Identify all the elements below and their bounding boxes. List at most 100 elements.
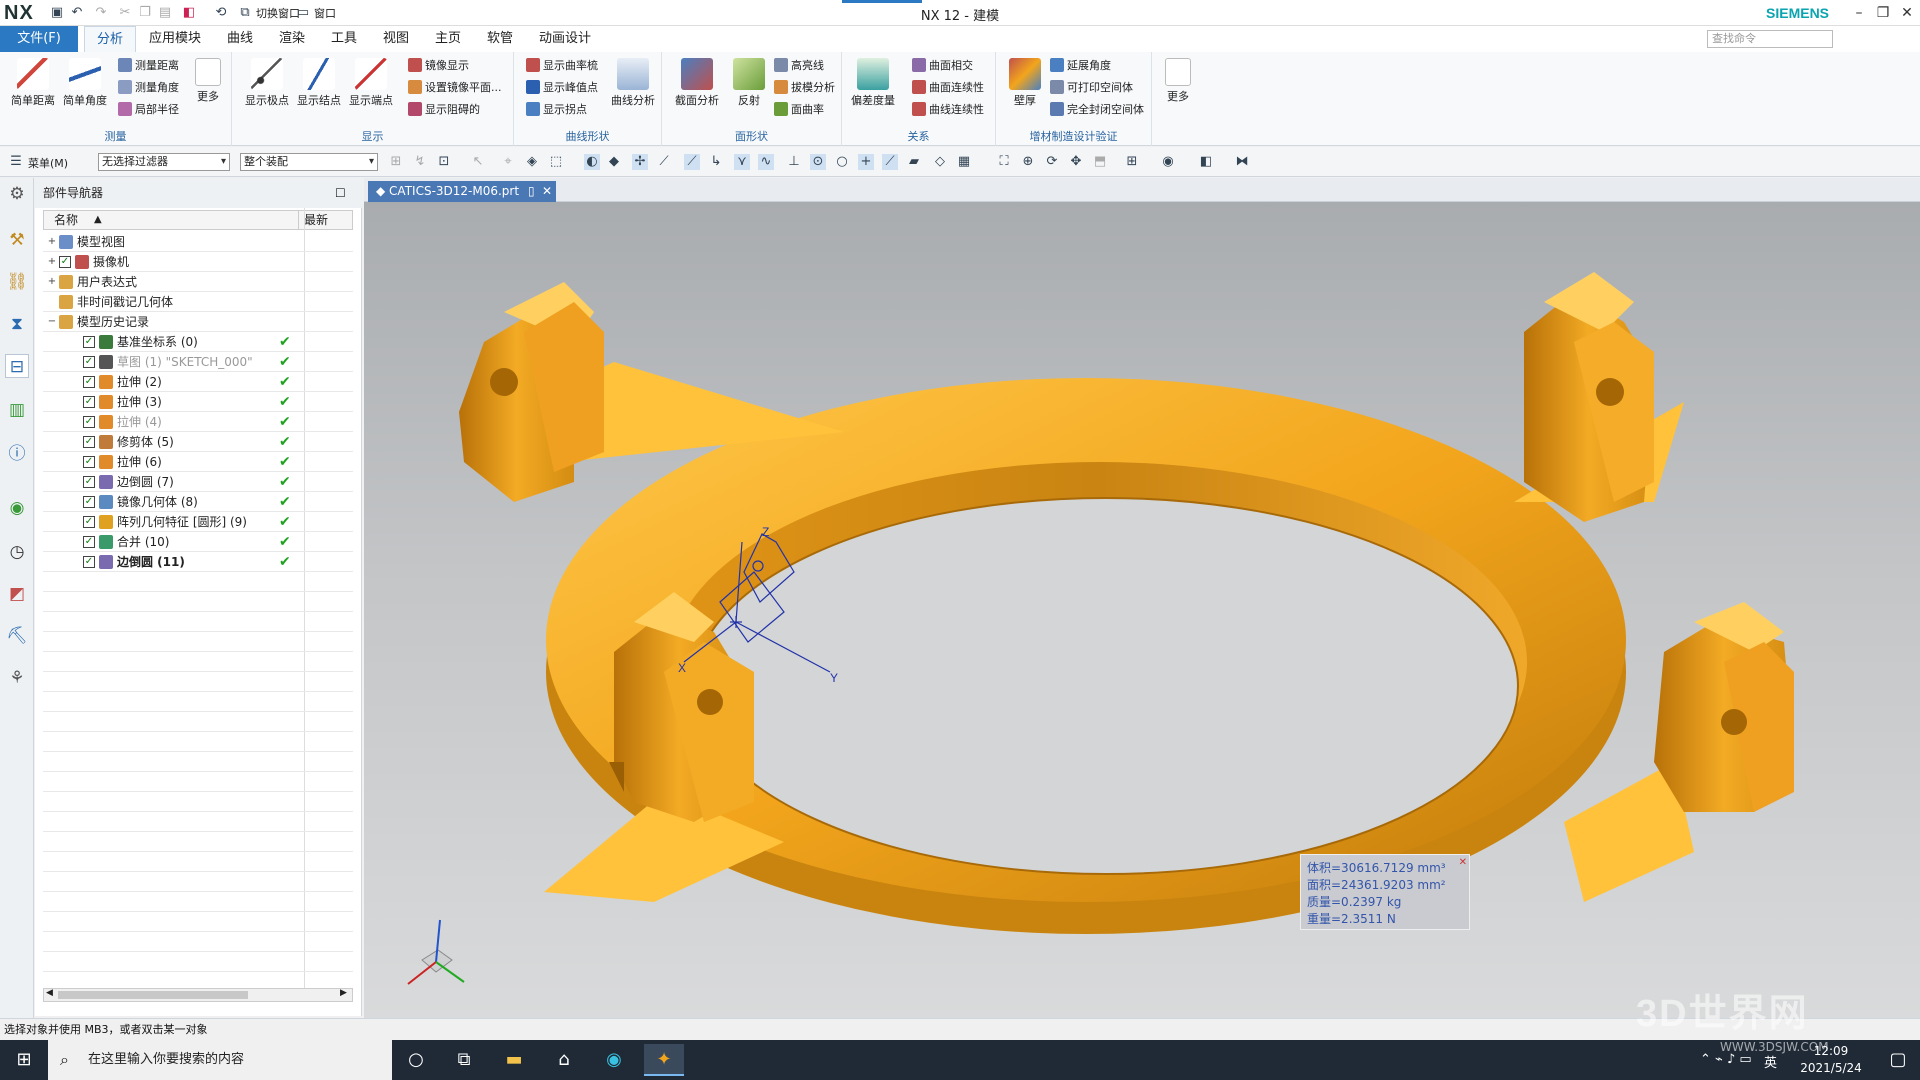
close-button[interactable]: ✕	[1894, 2, 1920, 24]
tree-row[interactable]: ✓ 拉伸 (4) ✔	[43, 412, 353, 432]
assembly-navigator-icon[interactable]: ⚒	[5, 228, 29, 252]
orient-view-icon[interactable]: ⊞	[1124, 154, 1140, 170]
cortana-icon[interactable]: ○	[396, 1044, 436, 1076]
local-radius-button[interactable]: 局部半径	[118, 100, 179, 120]
file-explorer-icon[interactable]: ▬	[494, 1044, 534, 1076]
wall-thickness-button[interactable]: 壁厚	[1000, 56, 1050, 120]
show-knots-button[interactable]: 显示结点	[294, 56, 344, 120]
scrollbar-thumb[interactable]	[58, 991, 248, 999]
crosshair-snap-icon[interactable]: +	[858, 154, 874, 170]
curve-continuity-button[interactable]: 曲线连续性	[912, 100, 984, 120]
intersection-snap-icon[interactable]: ⋎	[734, 154, 750, 170]
window-icon[interactable]: ▭	[294, 4, 312, 22]
scroll-right-icon[interactable]: ▶	[340, 988, 347, 998]
mirror-display-button[interactable]: 镜像显示	[408, 56, 469, 76]
filter-reset-icon[interactable]: ⊞	[388, 154, 404, 170]
face-curvature-button[interactable]: 面曲率	[774, 100, 824, 120]
visibility-checkbox[interactable]: ✓	[83, 436, 95, 448]
set-mirror-plane-button[interactable]: 设置镜像平面...	[408, 78, 502, 98]
show-endpoints-button[interactable]: 显示端点	[346, 56, 396, 120]
history-icon[interactable]: ◷	[5, 540, 29, 564]
show-poles-button[interactable]: 显示极点	[242, 56, 292, 120]
start-windows-icon[interactable]: ⊞	[4, 1044, 44, 1076]
touch-mode-icon[interactable]: ◧	[180, 4, 198, 22]
clip-top-right[interactable]	[1524, 272, 1654, 522]
fit-view-icon[interactable]: ⛶	[996, 154, 1012, 170]
show-peak-points-button[interactable]: 显示峰值点	[526, 78, 598, 98]
face-intersection-button[interactable]: 曲面相交	[912, 56, 973, 76]
document-tab[interactable]: ◆ CATICS-3D12-M06.prt ▯ ✕	[368, 181, 556, 202]
repeat-command-icon[interactable]: ⟲	[212, 4, 230, 22]
show-inflections-button[interactable]: 显示拐点	[526, 100, 587, 120]
face-continuity-button[interactable]: 曲面连续性	[912, 78, 984, 98]
tab-render[interactable]: 渲染	[268, 26, 316, 52]
tab-analysis[interactable]: 分析	[84, 26, 136, 52]
tree-row[interactable]: ✓ 边倒圆 (11) ✔	[43, 552, 353, 572]
history-navigator-icon[interactable]: ⊟	[5, 354, 29, 378]
visibility-checkbox[interactable]: ✓	[83, 496, 95, 508]
scroll-left-icon[interactable]: ◀	[46, 988, 53, 998]
tree-row[interactable]: ✓ 镜像几何体 (8) ✔	[43, 492, 353, 512]
tree-row[interactable]: ✓ 边倒圆 (7) ✔	[43, 472, 353, 492]
reflection-button[interactable]: 反射	[724, 56, 774, 120]
menu-button[interactable]: 菜单(M)	[28, 155, 68, 171]
visibility-checkbox[interactable]: ✓	[83, 456, 95, 468]
notification-icon[interactable]: ▢	[1878, 1044, 1918, 1076]
midpoint-snap-icon[interactable]: ⟋	[882, 154, 898, 170]
highlight-lines-button[interactable]: 高亮线	[774, 56, 824, 76]
rectangle-select-icon[interactable]: ⬚	[548, 154, 564, 170]
redo-icon[interactable]: ↷	[92, 4, 110, 22]
tree-row[interactable]: ✓ 草图 (1) "SKETCH_000" ✔	[43, 352, 353, 372]
restore-button[interactable]: ❐	[1870, 2, 1896, 24]
tab-hose[interactable]: 软管	[476, 26, 524, 52]
clip-bottom-right[interactable]	[1654, 602, 1794, 812]
expand-toggle-icon[interactable]: −	[47, 312, 57, 332]
pan-icon[interactable]: ✥	[1068, 154, 1084, 170]
reuse-library-icon[interactable]: ▥	[5, 398, 29, 422]
line-snap-icon[interactable]: ⟋	[656, 154, 672, 170]
cut-icon[interactable]: ✂	[116, 4, 134, 22]
snap-point-icon[interactable]: ✢	[632, 154, 648, 170]
paste-icon[interactable]: ▤	[156, 4, 174, 22]
tab-home[interactable]: 主页	[424, 26, 472, 52]
show-curvature-comb-button[interactable]: 显示曲率梳	[526, 56, 598, 76]
system-materials-icon[interactable]: ◩	[5, 582, 29, 606]
maximize-panel-icon[interactable]: ☐	[335, 178, 346, 208]
visibility-checkbox[interactable]: ✓	[83, 536, 95, 548]
visibility-checkbox[interactable]: ✓	[83, 336, 95, 348]
draft-analysis-button[interactable]: 拔模分析	[774, 78, 835, 98]
face-select-icon[interactable]: ◈	[524, 154, 540, 170]
visibility-checkbox[interactable]: ✓	[83, 376, 95, 388]
tree-row[interactable]: ✓ 阵列几何特征 [圆形] (9) ✔	[43, 512, 353, 532]
printable-void-button[interactable]: 可打印空间体	[1050, 78, 1133, 98]
measure-more-button[interactable]: 更多	[188, 56, 228, 120]
taskbar-search-input[interactable]: ⌕ 在这里输入你要搜索的内容	[48, 1040, 392, 1080]
save-icon[interactable]: ▣	[48, 4, 66, 22]
deviation-gauge-button[interactable]: 偏差度量	[848, 56, 898, 120]
tab-tools[interactable]: 工具	[320, 26, 368, 52]
spline-snap-icon[interactable]: ∿	[758, 154, 774, 170]
tree-row[interactable]: + 用户表达式	[43, 272, 353, 292]
settings-gear-icon[interactable]: ⚙	[5, 182, 29, 206]
menu-icon[interactable]: ☰	[8, 154, 24, 170]
constraint-navigator-icon[interactable]: ⛓	[5, 270, 29, 294]
tree-row[interactable]: ✓ 拉伸 (3) ✔	[43, 392, 353, 412]
process-studio-icon[interactable]: ⛏	[5, 624, 29, 648]
tree-row[interactable]: − 模型历史记录	[43, 312, 353, 332]
quadrant-snap-icon[interactable]: ○	[834, 154, 850, 170]
roles-icon[interactable]: ⚘	[5, 666, 29, 690]
zoom-icon[interactable]: ⊕	[1020, 154, 1036, 170]
tree-row[interactable]: ✓ 修剪体 (5) ✔	[43, 432, 353, 452]
curve-snap-icon[interactable]: ↳	[708, 154, 724, 170]
store-icon[interactable]: ⌂	[544, 1044, 584, 1076]
minimize-button[interactable]: –	[1846, 2, 1872, 24]
bounded-grid-icon[interactable]: ◇	[932, 154, 948, 170]
part-navigator-icon[interactable]: ⧗	[5, 312, 29, 336]
simple-distance-button[interactable]: 简单距离	[8, 56, 58, 120]
graphics-viewport[interactable]: Y X Z ✕ 体积=30616.7129 mm³ 面积=24361.9203 …	[364, 202, 1920, 1018]
center-snap-icon[interactable]: ⊙	[810, 154, 826, 170]
endpoint-snap-icon[interactable]: ⟋	[684, 154, 700, 170]
tab-application[interactable]: 应用模块	[140, 26, 210, 52]
visibility-checkbox[interactable]: ✓	[59, 256, 71, 268]
tree-row[interactable]: ✓ 合并 (10) ✔	[43, 532, 353, 552]
